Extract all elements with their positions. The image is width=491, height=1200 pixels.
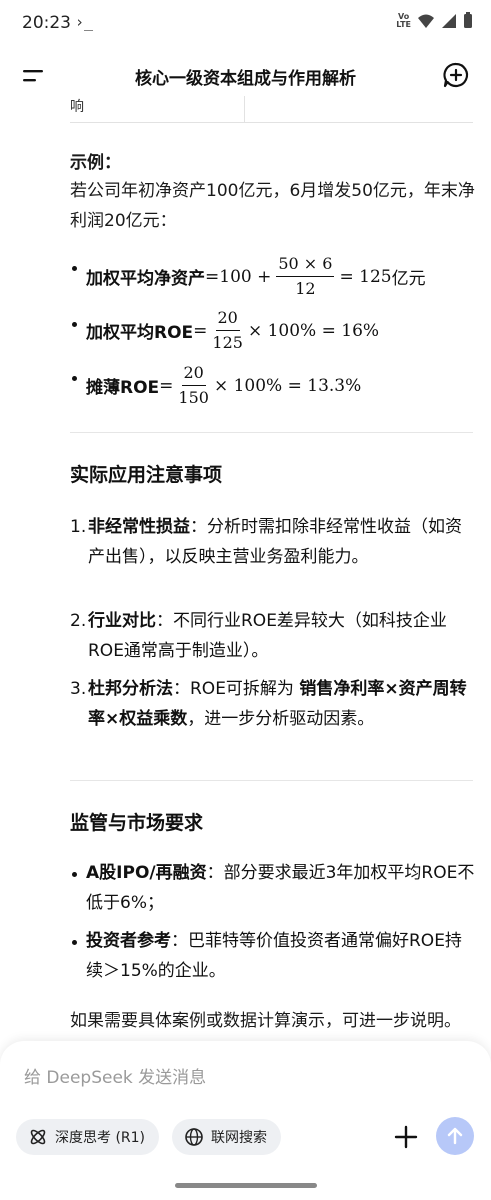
formula-weighted-net-assets: 加权平均净资产 = 100 + 50 × 6 12 = 125 亿元: [86, 254, 426, 298]
signal-icon: [442, 13, 456, 28]
volte-icon: Vo LTE: [396, 11, 411, 29]
example-text: 若公司年初净资产100亿元，6月增发50亿元，年末净利润20亿元：: [70, 181, 475, 231]
atom-icon: [30, 1129, 46, 1145]
send-button[interactable]: [436, 1117, 474, 1155]
web-search-label: 联网搜索: [211, 1130, 267, 1146]
divider: [70, 780, 473, 781]
deepthink-label: 深度思考 (R1): [55, 1130, 146, 1146]
example-label: 示例：: [70, 153, 121, 173]
fraction: 20 150: [178, 363, 209, 407]
formula-diluted-roe: 摊薄ROE = 20 150 × 100% = 13.3%: [86, 363, 362, 407]
composer: 给 DeepSeek 发送消息 深度思考 (R1) 联网搜索: [0, 1041, 491, 1200]
arrow-up-icon: [447, 1127, 463, 1145]
bullet-dot: [72, 376, 77, 381]
table-cell: 响: [70, 99, 84, 115]
battery-icon: [464, 12, 472, 28]
fraction: 50 × 6 12: [276, 254, 335, 298]
home-indicator[interactable]: [175, 1183, 317, 1188]
status-time: 20:23: [22, 13, 71, 33]
message-content[interactable]: 响 示例： 若公司年初净资产100亿元，6月增发50亿元，年末净利润20亿元： …: [0, 96, 491, 1041]
divider: [70, 432, 473, 433]
message-input[interactable]: 给 DeepSeek 发送消息: [24, 1063, 206, 1088]
new-chat-icon[interactable]: [442, 61, 470, 89]
formula-weighted-roe: 加权平均ROE = 20 125 × 100% = 16%: [86, 308, 380, 352]
section-heading: 实际应用注意事项: [70, 464, 223, 486]
wifi-icon: [418, 14, 434, 28]
plus-icon[interactable]: [392, 1123, 420, 1151]
bullet-dot: [72, 266, 77, 271]
table-fragment: 响: [70, 96, 473, 123]
page-title: 核心一级资本组成与作用解析: [135, 69, 356, 89]
globe-icon: [185, 1128, 203, 1146]
terminal-icon: ›_: [75, 13, 94, 31]
status-icons: Vo LTE: [396, 12, 473, 29]
bullet-dot: [72, 322, 77, 327]
status-bar: 20:23 ›_ Vo LTE: [0, 0, 491, 48]
section-heading: 监管与市场要求: [70, 812, 204, 834]
deepthink-toggle[interactable]: 深度思考 (R1): [16, 1119, 160, 1155]
web-search-toggle[interactable]: 联网搜索: [172, 1119, 281, 1155]
fraction: 20 125: [212, 308, 243, 352]
closing-text: 如果需要具体案例或数据计算演示，可进一步说明。: [70, 1011, 461, 1031]
